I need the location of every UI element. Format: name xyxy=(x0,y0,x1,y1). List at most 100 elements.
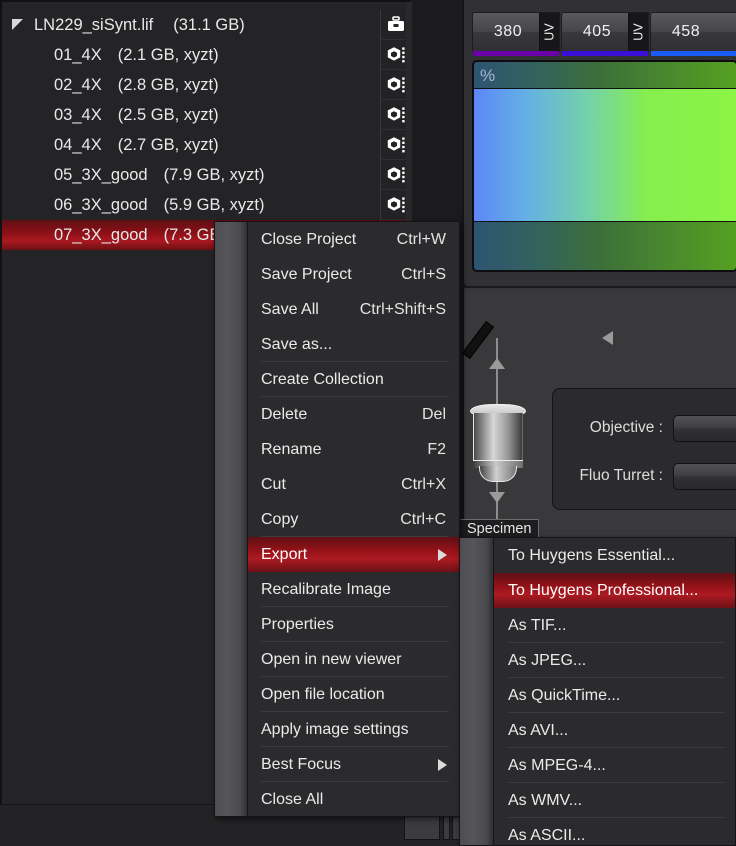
menu-item-save-project[interactable]: Save ProjectCtrl+S xyxy=(248,257,459,292)
tree-row[interactable]: 06_3X_good(5.9 GB, xyzt) xyxy=(2,190,412,220)
export-item-as-wmv[interactable]: As WMV... xyxy=(494,783,735,818)
laser-intensity-bar xyxy=(651,51,736,56)
menu-item-label: Save as... xyxy=(261,327,332,362)
export-submenu: To Huygens Essential...To Huygens Profes… xyxy=(459,537,736,846)
cube-series-icon xyxy=(386,45,406,65)
menu-item-label: Open in new viewer xyxy=(261,642,402,677)
menu-item-label: Create Collection xyxy=(261,362,384,397)
menu-item-label: Recalibrate Image xyxy=(261,572,391,607)
laser-line-458[interactable]: 458 xyxy=(650,12,736,52)
menu-item-label: Rename xyxy=(261,432,321,467)
export-item-as-jpeg[interactable]: As JPEG... xyxy=(494,643,735,678)
menu-item-apply-image-settings[interactable]: Apply image settings xyxy=(248,712,459,747)
tree-row-name: 07_3X_good xyxy=(54,220,148,250)
menu-item-label: Cut xyxy=(261,467,286,502)
menu-item-open-file-location[interactable]: Open file location xyxy=(248,677,459,712)
optics-settings-box: Objective : Fluo Turret : xyxy=(552,388,736,510)
tree-row[interactable]: 03_4X(2.5 GB, xyzt) xyxy=(2,100,412,130)
menu-item-shortcut: F2 xyxy=(427,432,446,467)
menu-item-cut[interactable]: CutCtrl+X xyxy=(248,467,459,502)
cube-series-icon xyxy=(386,165,406,185)
laser-type-tag: UV xyxy=(539,13,559,51)
menu-item-create-collection[interactable]: Create Collection xyxy=(248,362,459,397)
tree-row[interactable]: 05_3X_good(7.9 GB, xyzt) xyxy=(2,160,412,190)
menu-item-save-all[interactable]: Save All Ctrl+Shift+S xyxy=(248,292,459,327)
menu-item-open-in-new-viewer[interactable]: Open in new viewer xyxy=(248,642,459,677)
expand-collapse-caret-icon[interactable] xyxy=(12,18,26,32)
spectrum-percent-label: % xyxy=(480,66,495,86)
menu-item-label: Copy xyxy=(261,502,298,537)
export-item-label: As MPEG-4... xyxy=(508,748,606,783)
menu-item-rename[interactable]: Rename F2 xyxy=(248,432,459,467)
export-item-as-quicktime[interactable]: As QuickTime... xyxy=(494,678,735,713)
menu-item-copy[interactable]: Copy Ctrl+C xyxy=(248,502,459,537)
cube-series-icon xyxy=(386,105,406,125)
export-item-to-huygens-essential[interactable]: To Huygens Essential... xyxy=(494,538,735,573)
laser-wavelength-value: 458 xyxy=(672,23,716,41)
tree-row-name: 02_4X xyxy=(54,70,102,100)
tree-row-meta: (2.7 GB, xyzt) xyxy=(118,130,219,160)
context-menu-gutter xyxy=(215,222,248,816)
export-submenu-items: To Huygens Essential...To Huygens Profes… xyxy=(460,538,735,846)
laser-line-380[interactable]: 380UV xyxy=(472,12,560,52)
tree-row-meta: (31.1 GB) xyxy=(173,10,245,40)
tree-row[interactable]: 01_4X(2.1 GB, xyzt) xyxy=(2,40,412,70)
laser-type-text: UV xyxy=(543,23,557,40)
tree-row-meta: (2.5 GB, xyzt) xyxy=(118,100,219,130)
laser-intensity-bar xyxy=(562,51,648,56)
menu-item-delete[interactable]: DeleteDel xyxy=(248,397,459,432)
tree-row[interactable]: 04_4X (2.7 GB, xyzt) xyxy=(2,130,412,160)
menu-item-label: Save All xyxy=(261,292,319,327)
menu-item-shortcut: Ctrl+C xyxy=(400,502,446,537)
menu-item-label: Close Project xyxy=(261,222,356,257)
laser-type-text: UV xyxy=(632,23,646,40)
tree-row-root[interactable]: LN229_siSynt.lif (31.1 GB) xyxy=(2,10,412,40)
briefcase-icon xyxy=(386,15,406,35)
export-item-to-huygens-professional[interactable]: To Huygens Professional... xyxy=(494,573,735,608)
objective-field[interactable] xyxy=(673,415,736,442)
menu-item-best-focus[interactable]: Best Focus xyxy=(248,747,459,782)
cube-series-icon xyxy=(386,195,406,215)
tree-row-name: LN229_siSynt.lif xyxy=(34,10,153,40)
laser-line-405[interactable]: 405UV xyxy=(561,12,649,52)
cube-series-icon xyxy=(386,135,406,155)
export-item-label: As TIF... xyxy=(508,608,566,643)
fluo-turret-field[interactable] xyxy=(673,463,736,490)
export-item-as-avi[interactable]: As AVI... xyxy=(494,713,735,748)
menu-item-close-all[interactable]: Close All xyxy=(248,782,459,817)
menu-item-label: Best Focus xyxy=(261,747,341,782)
beam-arrow-up-icon xyxy=(489,358,505,369)
export-item-label: As JPEG... xyxy=(508,643,586,678)
export-item-as-ascii[interactable]: As ASCII... xyxy=(494,818,735,846)
tree-row-meta: (2.8 GB, xyzt) xyxy=(118,70,219,100)
tree-row-name: 04_4X xyxy=(54,130,102,160)
fluo-turret-setting-row: Fluo Turret : xyxy=(553,461,736,491)
menu-item-label: Close All xyxy=(261,782,323,817)
objective-lens-foot xyxy=(479,466,517,482)
export-item-label: To Huygens Professional... xyxy=(508,573,698,608)
cube-series-icon xyxy=(386,75,406,95)
menu-item-label: Open file location xyxy=(261,677,385,712)
menu-item-export[interactable]: Export xyxy=(248,537,459,572)
export-submenu-gutter xyxy=(460,538,494,845)
menu-item-shortcut: Ctrl+W xyxy=(397,222,446,257)
menu-item-label: Export xyxy=(261,537,307,572)
export-item-as-mpeg-4[interactable]: As MPEG-4... xyxy=(494,748,735,783)
spectrum-gradient-display[interactable]: % xyxy=(472,60,736,272)
objective-label: Objective : xyxy=(553,419,673,437)
menu-item-label: Save Project xyxy=(261,257,352,292)
menu-item-save-as[interactable]: Save as... xyxy=(248,327,459,362)
tree-row[interactable]: 02_4X (2.8 GB, xyzt) xyxy=(2,70,412,100)
export-item-as-tif[interactable]: As TIF... xyxy=(494,608,735,643)
export-item-label: As QuickTime... xyxy=(508,678,620,713)
objective-lens-body xyxy=(473,413,523,465)
menu-item-properties[interactable]: Properties xyxy=(248,607,459,642)
menu-item-recalibrate-image[interactable]: Recalibrate Image xyxy=(248,572,459,607)
menu-item-close-project[interactable]: Close Project Ctrl+W xyxy=(248,222,459,257)
menu-item-shortcut: Ctrl+Shift+S xyxy=(360,292,446,327)
tree-row-name: 01_4X xyxy=(54,40,102,70)
project-tree-list: LN229_siSynt.lif (31.1 GB)01_4X(2.1 GB, x… xyxy=(2,10,412,250)
tree-row-meta: (7.9 GB, xyzt) xyxy=(164,160,265,190)
export-item-label: As WMV... xyxy=(508,783,582,818)
application-window: 380UV405UV458 % Specimen Objective : Flu… xyxy=(0,0,736,846)
